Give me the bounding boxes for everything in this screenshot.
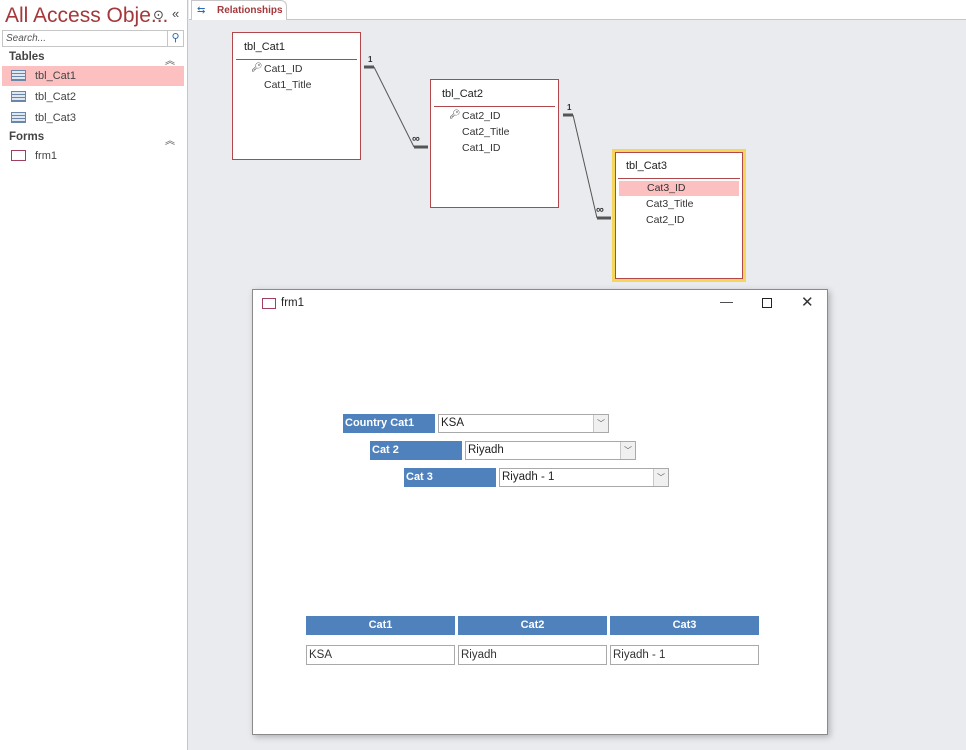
combo-cat2[interactable]: Riyadh ﹀ (465, 441, 636, 460)
header-cat2: Cat2 (458, 616, 607, 635)
rel1-many-label: ∞ (412, 133, 420, 145)
combo-value: Riyadh (468, 444, 504, 456)
chevron-down-icon[interactable]: ﹀ (620, 442, 635, 459)
form-icon (262, 298, 276, 309)
primary-key-icon: 🔑︎ (449, 109, 461, 119)
minimize-button[interactable]: — (720, 294, 733, 309)
header-cat3: Cat3 (610, 616, 759, 635)
field[interactable]: Cat2_ID (646, 214, 685, 226)
form-window-frm1: frm1 — ✕ Country Cat1 KSA ﹀ Cat 2 Riyadh ﹀… (252, 289, 828, 735)
field[interactable]: Cat1_ID (462, 142, 501, 154)
table-box-tbl-cat1[interactable]: tbl_Cat1 🔑︎ Cat1_ID Cat1_Title (232, 32, 361, 160)
table-box-tbl-cat3[interactable]: tbl_Cat3 Cat3_ID Cat3_Title Cat2_ID (612, 149, 746, 282)
textbox-cat1[interactable]: KSA (306, 645, 455, 665)
textbox-cat2[interactable]: Riyadh (458, 645, 607, 665)
table-name: tbl_Cat2 (442, 88, 483, 100)
rel1-one-label: 1 (368, 55, 373, 64)
primary-key-icon: 🔑︎ (251, 62, 263, 72)
field[interactable]: Cat1_ID (264, 63, 303, 75)
label-cat3: Cat 3 (404, 468, 496, 487)
combo-cat3[interactable]: Riyadh - 1 ﹀ (499, 468, 669, 487)
table-box-tbl-cat2[interactable]: tbl_Cat2 🔑︎ Cat2_ID Cat2_Title Cat1_ID (430, 79, 559, 208)
rel1-line (373, 66, 415, 148)
table-name: tbl_Cat3 (626, 160, 667, 172)
table-name: tbl_Cat1 (244, 41, 285, 53)
chevron-down-icon[interactable]: ﹀ (653, 469, 668, 486)
rel2-one-label: 1 (567, 103, 572, 112)
header-cat1: Cat1 (306, 616, 455, 635)
window-title: frm1 (281, 297, 304, 309)
close-button[interactable]: ✕ (801, 293, 814, 311)
field-selected[interactable]: Cat3_ID (619, 181, 739, 196)
textbox-cat3[interactable]: Riyadh - 1 (610, 645, 759, 665)
field[interactable]: Cat2_ID (462, 110, 501, 122)
combo-cat1[interactable]: KSA ﹀ (438, 414, 609, 433)
field[interactable]: Cat2_Title (462, 126, 509, 138)
combo-value: KSA (441, 417, 465, 429)
maximize-button[interactable] (762, 298, 772, 308)
rel2-many-label: ∞ (596, 204, 604, 216)
chevron-down-icon[interactable]: ﹀ (593, 415, 608, 432)
field[interactable]: Cat1_Title (264, 79, 311, 91)
label-country-cat1: Country Cat1 (343, 414, 435, 433)
field[interactable]: Cat3_Title (646, 198, 693, 210)
combo-value: Riyadh - 1 (502, 471, 555, 483)
label-cat2: Cat 2 (370, 441, 462, 460)
rel2-line (572, 114, 598, 219)
